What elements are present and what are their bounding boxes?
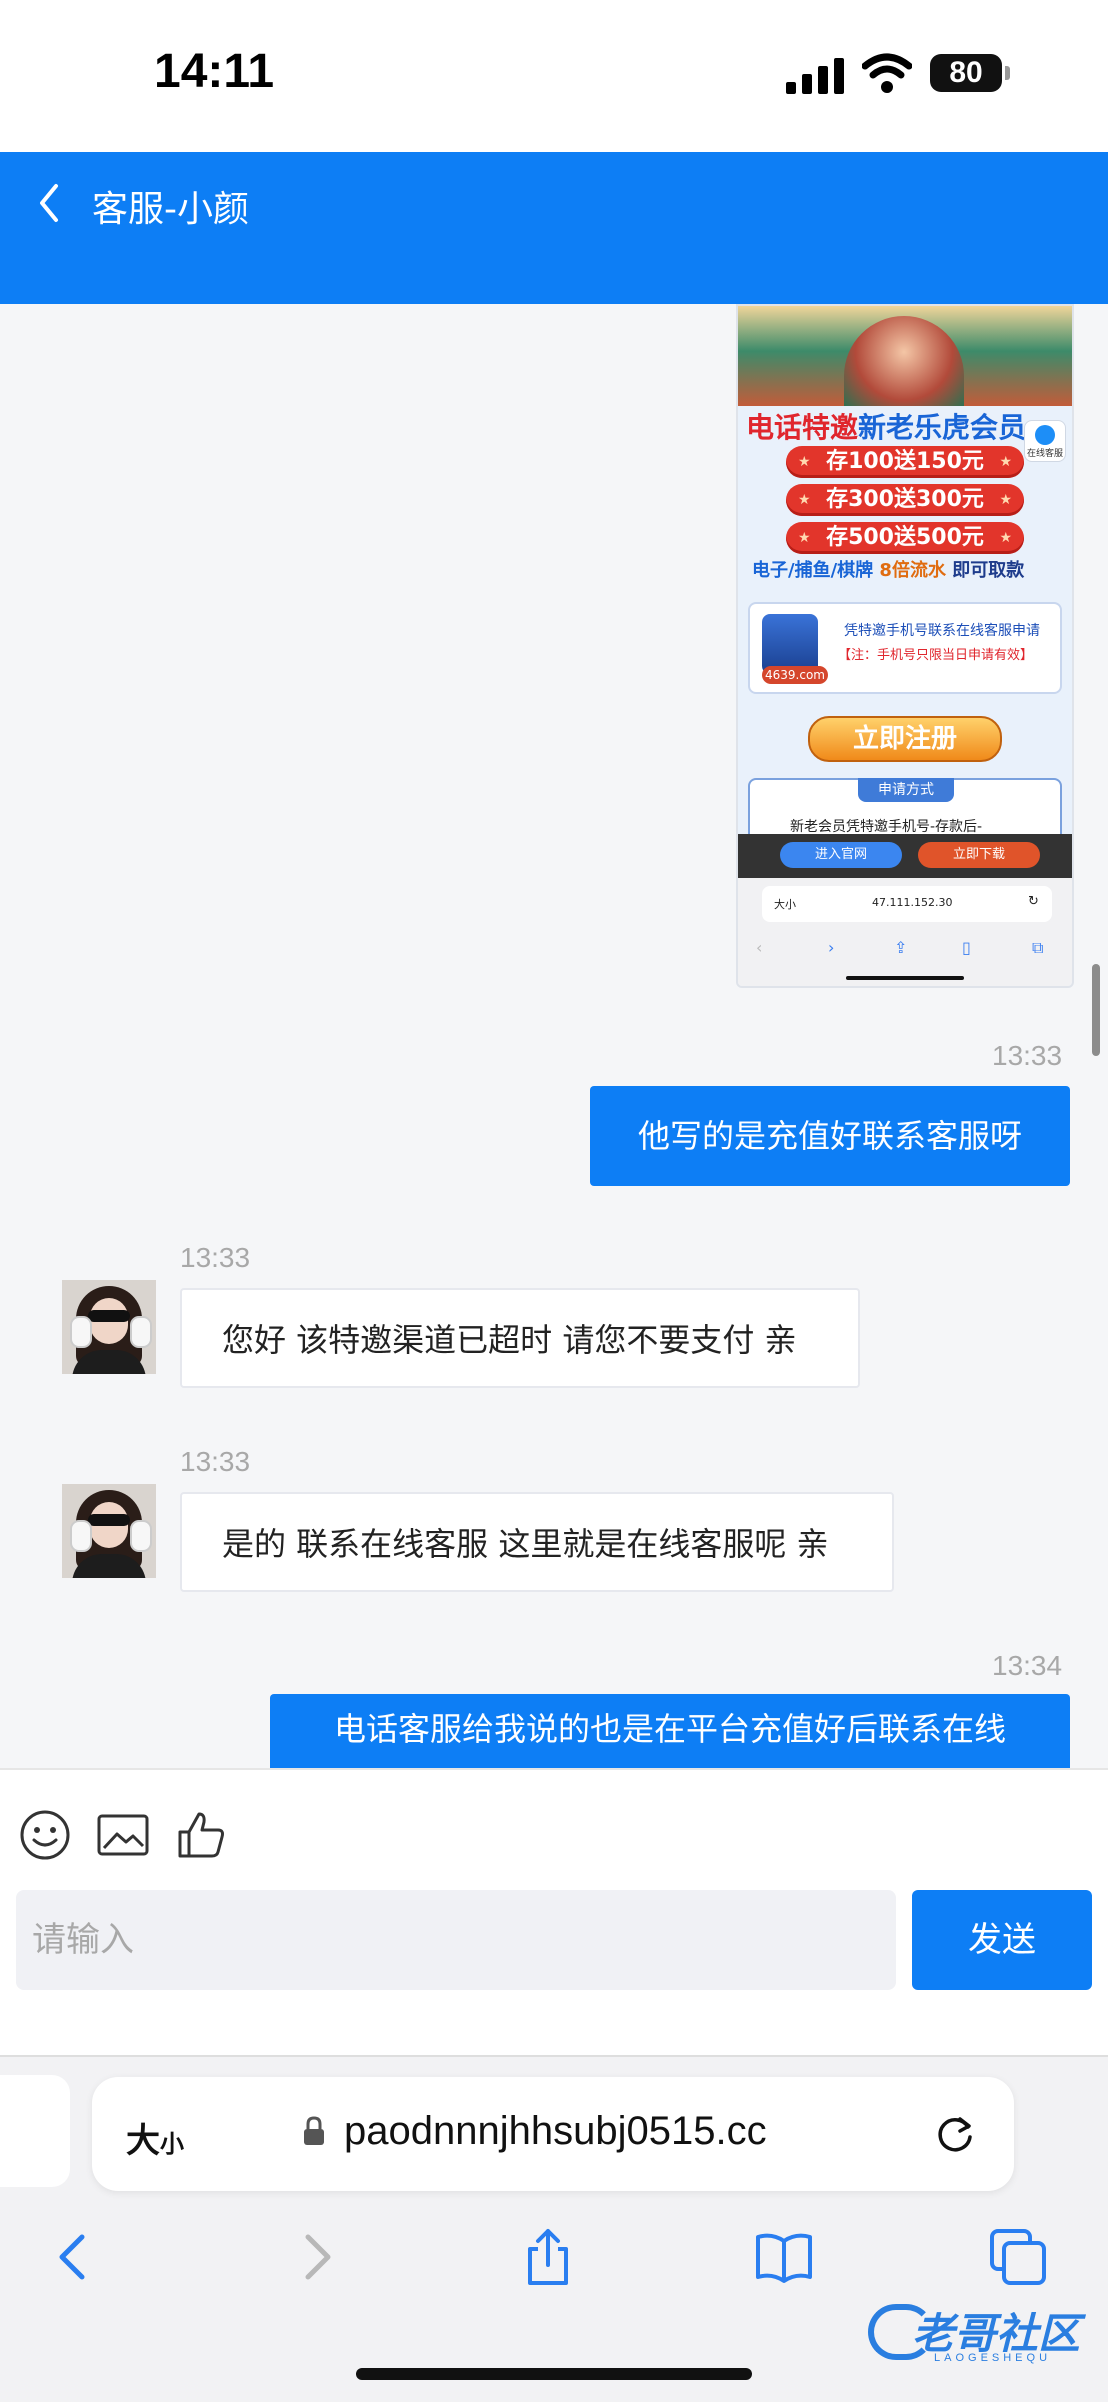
tabs-icon[interactable] xyxy=(988,2227,1048,2287)
poster-logo-text: 4639.com xyxy=(762,666,828,684)
poster-home-indicator xyxy=(846,976,964,980)
poster-apply-tab: 申请方式 xyxy=(858,778,954,802)
reload-icon[interactable] xyxy=(932,2111,978,2157)
poster-headline: 电话特邀新老乐虎会员 xyxy=(746,411,1027,444)
back-arrow-icon[interactable] xyxy=(30,178,70,228)
status-bar: 14:11 80 xyxy=(0,0,1108,152)
chat-title: 客服-小颜 xyxy=(92,189,249,230)
send-button[interactable]: 发送 xyxy=(912,1890,1092,1990)
agent-avatar[interactable] xyxy=(62,1484,156,1578)
poster-tabs-icon: ⧉ xyxy=(1032,938,1044,957)
poster-kefu-badge: 在线客服 xyxy=(1024,420,1066,462)
poster-reload-icon: ↻ xyxy=(1028,894,1039,909)
home-indicator[interactable] xyxy=(356,2368,752,2380)
chat-messages[interactable]: 电话特邀新老乐虎会员 在线客服 ★ 存100送150元 ★ ★ 存300送300元 ★ … xyxy=(0,304,1108,1768)
outgoing-message[interactable]: 他写的是充值好联系客服呀 xyxy=(590,1086,1070,1186)
incoming-message[interactable]: 您好 该特邀渠道已超时 请您不要支付 亲 xyxy=(180,1288,860,1388)
poster-offer: ★ 存100送150元 ★ xyxy=(786,446,1024,478)
back-icon[interactable] xyxy=(44,2227,104,2287)
share-icon[interactable] xyxy=(518,2227,578,2287)
thumbs-up-icon[interactable] xyxy=(174,1808,228,1862)
lock-icon xyxy=(304,2116,324,2145)
poster-download-button: 立即下载 xyxy=(918,842,1040,868)
poster-card-line2: 【注：手机号只限当日申请有效】 xyxy=(838,648,1034,663)
image-icon[interactable] xyxy=(96,1808,150,1862)
chat-scrollbar[interactable] xyxy=(1092,964,1100,1056)
poster-back-icon: ‹ xyxy=(756,938,763,957)
status-time: 14:11 xyxy=(154,45,275,98)
poster-share-icon: ⇪ xyxy=(894,938,908,957)
poster-flow-text: 电子/捕鱼/棋牌 8倍流水 即可取款 xyxy=(752,560,1025,581)
signal-icon xyxy=(786,58,846,94)
message-timestamp: 13:33 xyxy=(180,1446,251,1477)
message-input[interactable] xyxy=(16,1890,896,1990)
poster-forward-icon: › xyxy=(828,938,835,957)
poster-official-site-button: 进入官网 xyxy=(780,842,902,868)
poster-register-button: 立即注册 xyxy=(808,716,1002,762)
text-size-button[interactable]: 大小 xyxy=(126,2113,184,2162)
previous-tab-peek[interactable] xyxy=(0,2075,70,2187)
poster-card-line1: 凭特邀手机号联系在线客服申请 xyxy=(844,623,1040,639)
poster-info-card: 4639.com 凭特邀手机号联系在线客服申请 【注：手机号只限当日申请有效】 xyxy=(748,602,1062,694)
poster-offer: ★ 存500送500元 ★ xyxy=(786,522,1024,554)
agent-avatar[interactable] xyxy=(62,1280,156,1374)
shared-image-message[interactable]: 电话特邀新老乐虎会员 在线客服 ★ 存100送150元 ★ ★ 存300送300元 ★ … xyxy=(736,304,1074,988)
message-composer: 发送 xyxy=(0,1768,1108,2057)
incoming-message[interactable]: 是的 联系在线客服 这里就是在线客服呢 亲 xyxy=(180,1492,894,1592)
url-text[interactable]: paodnnnjhhsubj0515.cc xyxy=(344,2109,767,2154)
message-timestamp: 13:33 xyxy=(992,1040,1063,1071)
bookmarks-icon[interactable] xyxy=(754,2227,814,2287)
poster-browser-chrome: 大小 47.111.152.30 ↻ ‹ › ⇪ ▯ ⧉ xyxy=(738,878,1072,986)
poster-url-bar: 大小 47.111.152.30 ↻ xyxy=(762,886,1052,922)
address-bar[interactable]: 大小 paodnnnjhhsubj0515.cc xyxy=(92,2077,1014,2191)
outgoing-message[interactable]: 电话客服给我说的也是在平台充值好后联系在线 xyxy=(270,1694,1070,1768)
forward-icon[interactable] xyxy=(286,2227,346,2287)
poster-logo xyxy=(762,614,818,674)
emoji-icon[interactable] xyxy=(18,1808,72,1862)
wifi-icon xyxy=(862,53,912,93)
poster-apply-text: 新老会员凭特邀手机号-存款后- xyxy=(790,819,983,835)
poster-bottom-bar: 进入官网 立即下载 xyxy=(738,834,1072,878)
message-timestamp: 13:33 xyxy=(180,1242,251,1273)
watermark-logo: 老哥社区 LAOGESHEQU xyxy=(868,2300,1100,2370)
chat-header: 客服-小颜 xyxy=(0,152,1108,304)
poster-bookmarks-icon: ▯ xyxy=(962,938,971,957)
message-timestamp: 13:34 xyxy=(992,1650,1063,1681)
poster-offer: ★ 存300送300元 ★ xyxy=(786,484,1024,516)
battery-indicator: 80 xyxy=(930,54,1010,92)
